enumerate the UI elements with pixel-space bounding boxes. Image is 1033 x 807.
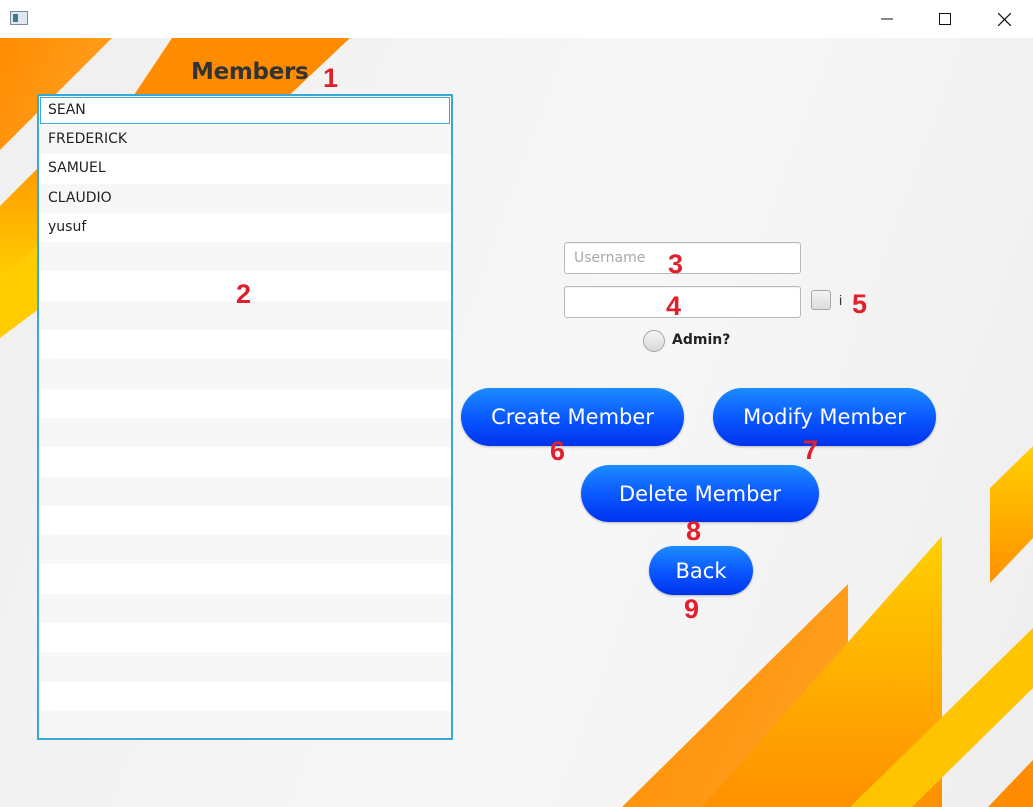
members-list[interactable]: SEAN FREDERICK SAMUEL CLAUDIO yusuf (37, 94, 453, 740)
annotation-5: 5 (852, 289, 868, 319)
annotation-8: 8 (686, 516, 702, 546)
empty-list-row (39, 652, 451, 682)
close-button[interactable] (975, 0, 1033, 38)
empty-list-row (39, 681, 451, 711)
annotation-2: 2 (236, 279, 252, 309)
show-password-label: i (839, 292, 843, 308)
annotation-1: 1 (323, 63, 339, 93)
empty-list-row (39, 242, 451, 272)
annotation-9: 9 (684, 594, 700, 624)
list-item[interactable]: SAMUEL (39, 154, 451, 184)
empty-list-row (39, 476, 451, 506)
maximize-button[interactable] (916, 0, 974, 38)
list-item[interactable]: SEAN (40, 97, 450, 124)
list-item[interactable]: yusuf (39, 212, 451, 243)
create-member-button[interactable]: Create Member (461, 388, 684, 446)
list-item[interactable]: FREDERICK (39, 125, 451, 155)
empty-list-row (39, 535, 451, 565)
admin-radio[interactable] (643, 330, 665, 352)
password-field[interactable] (564, 286, 801, 318)
empty-list-row (39, 710, 451, 738)
annotation-6: 6 (550, 436, 566, 466)
page-title: Members (191, 59, 309, 85)
list-item[interactable]: CLAUDIO (39, 183, 451, 213)
empty-list-row (39, 330, 451, 360)
annotation-3: 3 (668, 249, 684, 279)
close-icon (997, 12, 1011, 26)
show-password-checkbox[interactable] (811, 290, 831, 310)
empty-list-row (39, 359, 451, 389)
annotation-4: 4 (666, 291, 682, 321)
annotation-7: 7 (803, 435, 819, 465)
admin-label: Admin? (672, 332, 731, 348)
empty-list-row (39, 623, 451, 653)
back-button[interactable]: Back (649, 546, 753, 595)
empty-list-row (39, 564, 451, 594)
minimize-button[interactable] (858, 0, 916, 38)
empty-list-row (39, 417, 451, 448)
app-window-icon (10, 11, 28, 25)
modify-member-button[interactable]: Modify Member (713, 388, 936, 446)
delete-member-button[interactable]: Delete Member (581, 465, 819, 522)
minimize-icon (881, 18, 893, 20)
empty-list-row (39, 447, 451, 477)
empty-list-row (39, 388, 451, 418)
title-bar (0, 0, 1033, 38)
empty-list-row (39, 593, 451, 624)
maximize-icon (939, 13, 951, 25)
empty-list-row (39, 505, 451, 536)
